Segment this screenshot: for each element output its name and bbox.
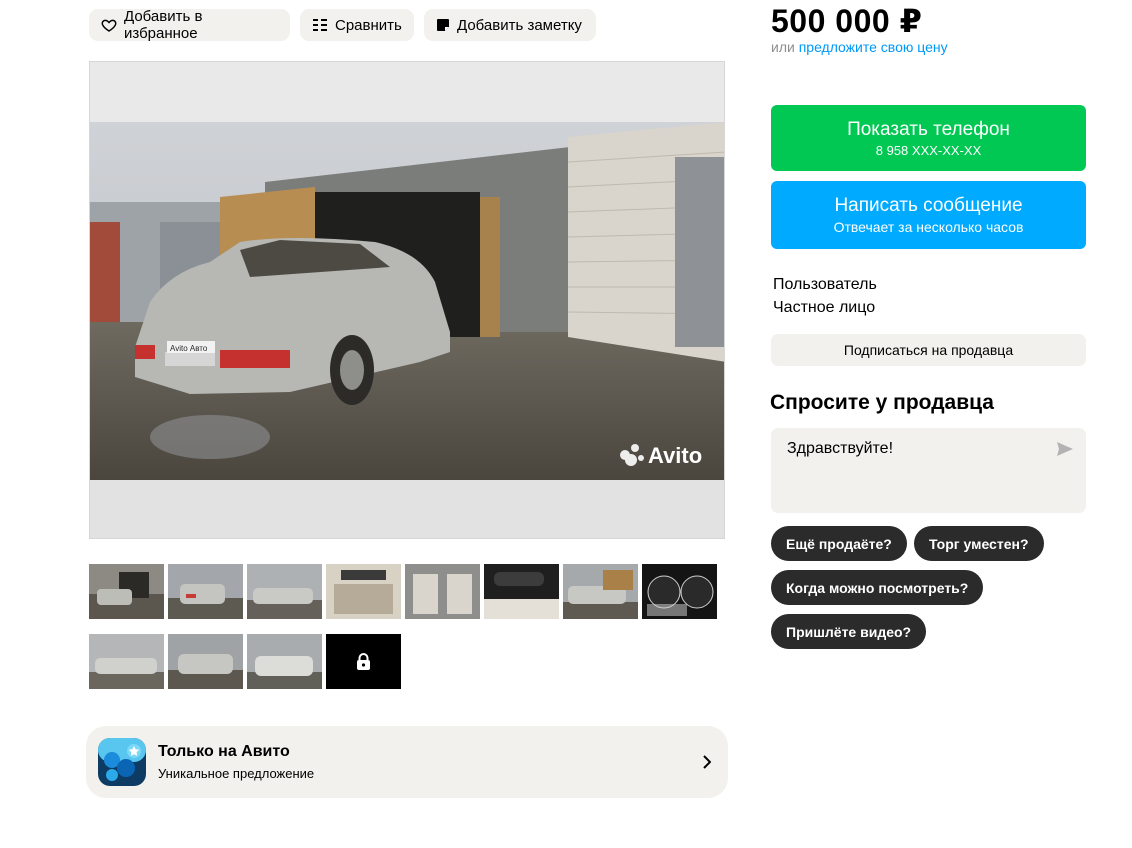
subscribe-seller-button[interactable]: Подписаться на продавца xyxy=(771,334,1086,366)
note-label: Добавить заметку xyxy=(457,16,582,34)
license-plate-text: Avito Авто xyxy=(170,344,208,353)
add-to-favorites-button[interactable]: Добавить в избранное xyxy=(89,8,290,42)
write-message-label: Написать сообщение xyxy=(834,195,1023,216)
promo-title: Только на Авито xyxy=(158,743,290,760)
thumbnail-10[interactable] xyxy=(168,634,243,689)
avito-exclusive-banner[interactable]: Только на Авито Уникальное предложение xyxy=(86,726,728,798)
avito-watermark: Avito xyxy=(648,443,702,468)
seller-type: Частное лицо xyxy=(773,299,876,316)
favorite-label: Добавить в избранное xyxy=(124,8,203,42)
note-icon xyxy=(436,18,450,32)
price-offer-line: или предложите свою цену xyxy=(771,39,948,55)
message-text: Здравствуйте! xyxy=(787,440,894,457)
car-garage-photo: Avito Avito Авто xyxy=(90,62,724,538)
show-phone-label: Показать телефон xyxy=(847,118,1010,140)
thumbnail-3[interactable] xyxy=(247,564,322,619)
compare-icon xyxy=(312,17,328,33)
ask-seller-title: Спросите у продавца xyxy=(770,391,994,414)
quick-reply-bargain[interactable]: Торг уместен? xyxy=(914,526,1044,561)
message-input[interactable]: Здравствуйте! xyxy=(771,428,1086,513)
offer-price-link[interactable]: предложите свою цену xyxy=(799,39,948,55)
thumbnail-1[interactable] xyxy=(89,564,164,619)
or-text: или xyxy=(771,39,795,55)
promo-subtitle: Уникальное предложение xyxy=(158,766,315,781)
quick-reply-still-selling[interactable]: Ещё продаёте? xyxy=(771,526,907,561)
write-message-button[interactable]: Написать сообщение Отвечает за несколько… xyxy=(771,181,1086,249)
main-photo[interactable]: Avito Avito Авто xyxy=(89,61,725,539)
quick-reply-when-view[interactable]: Когда можно посмотреть? xyxy=(771,570,984,605)
quick-reply-send-video[interactable]: Пришлёте видео? xyxy=(771,614,927,649)
heart-icon xyxy=(101,17,117,33)
lock-icon xyxy=(356,653,371,675)
avito-exclusive-icon xyxy=(98,738,146,791)
response-time: Отвечает за несколько часов xyxy=(833,219,1024,235)
send-icon[interactable] xyxy=(1056,441,1074,462)
thumbnail-7[interactable] xyxy=(563,564,638,619)
compare-button[interactable]: Сравнить xyxy=(300,9,414,41)
thumbnail-11[interactable] xyxy=(247,634,322,689)
compare-label: Сравнить xyxy=(335,16,402,34)
thumbnail-9[interactable] xyxy=(89,634,164,689)
chevron-right-icon xyxy=(703,755,712,774)
phone-number-masked: 8 958 XXX-XX-XX xyxy=(875,142,982,158)
thumbnail-locked[interactable] xyxy=(326,634,401,689)
thumbnail-4[interactable] xyxy=(326,564,401,619)
price: 500 000 ₽ xyxy=(771,3,923,39)
thumbnail-2[interactable] xyxy=(168,564,243,619)
thumbnail-8[interactable] xyxy=(642,564,717,619)
show-phone-button[interactable]: Показать телефон 8 958 XXX-XX-XX xyxy=(771,105,1086,171)
thumbnail-6[interactable] xyxy=(484,564,559,619)
add-note-button[interactable]: Добавить заметку xyxy=(424,9,596,41)
seller-name[interactable]: Пользователь xyxy=(773,276,877,294)
thumbnail-5[interactable] xyxy=(405,564,480,619)
